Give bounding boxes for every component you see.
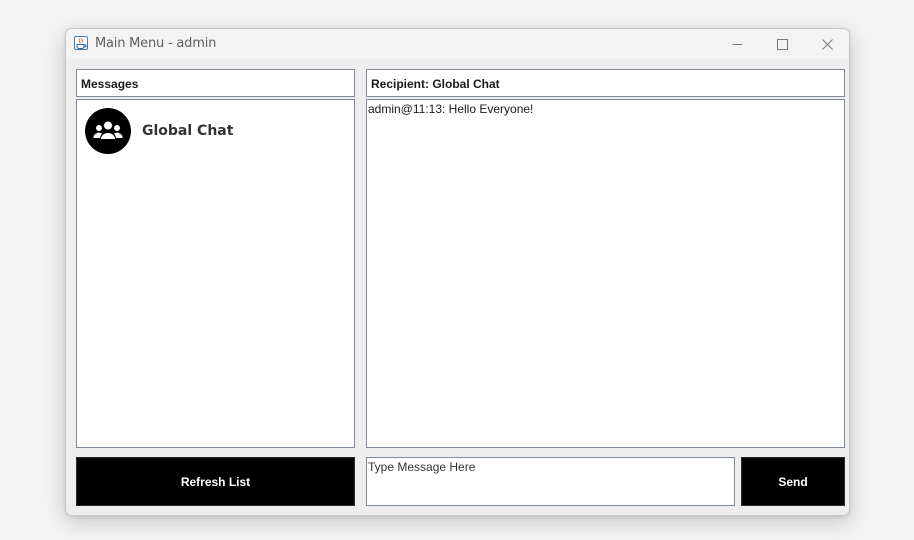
message-history[interactable]: admin@11:13: Hello Everyone!: [366, 99, 845, 448]
chat-message: admin@11:13: Hello Everyone!: [368, 102, 534, 116]
close-button[interactable]: [804, 29, 849, 59]
conversation-list[interactable]: Global Chat: [76, 99, 355, 448]
maximize-icon: [776, 38, 788, 50]
message-input[interactable]: [366, 457, 735, 506]
java-app-icon: [74, 36, 88, 50]
maximize-button[interactable]: [759, 29, 805, 59]
window-title: Main Menu - admin: [95, 36, 217, 51]
refresh-list-button[interactable]: Refresh List: [76, 457, 355, 506]
minimize-button[interactable]: [714, 29, 760, 59]
minimize-icon: [732, 43, 742, 45]
list-item-label: Global Chat: [142, 123, 234, 139]
avatar: [85, 108, 131, 154]
group-icon: [93, 121, 123, 139]
list-item-global-chat[interactable]: Global Chat: [85, 108, 335, 154]
messages-header: Messages: [76, 69, 355, 97]
title-bar[interactable]: Main Menu - admin: [66, 29, 849, 59]
close-icon: [821, 38, 833, 50]
recipient-header: Recipient: Global Chat: [366, 69, 845, 97]
main-window: Main Menu - admin Messages Recipient: Gl…: [65, 28, 850, 516]
send-button[interactable]: Send: [741, 457, 845, 506]
